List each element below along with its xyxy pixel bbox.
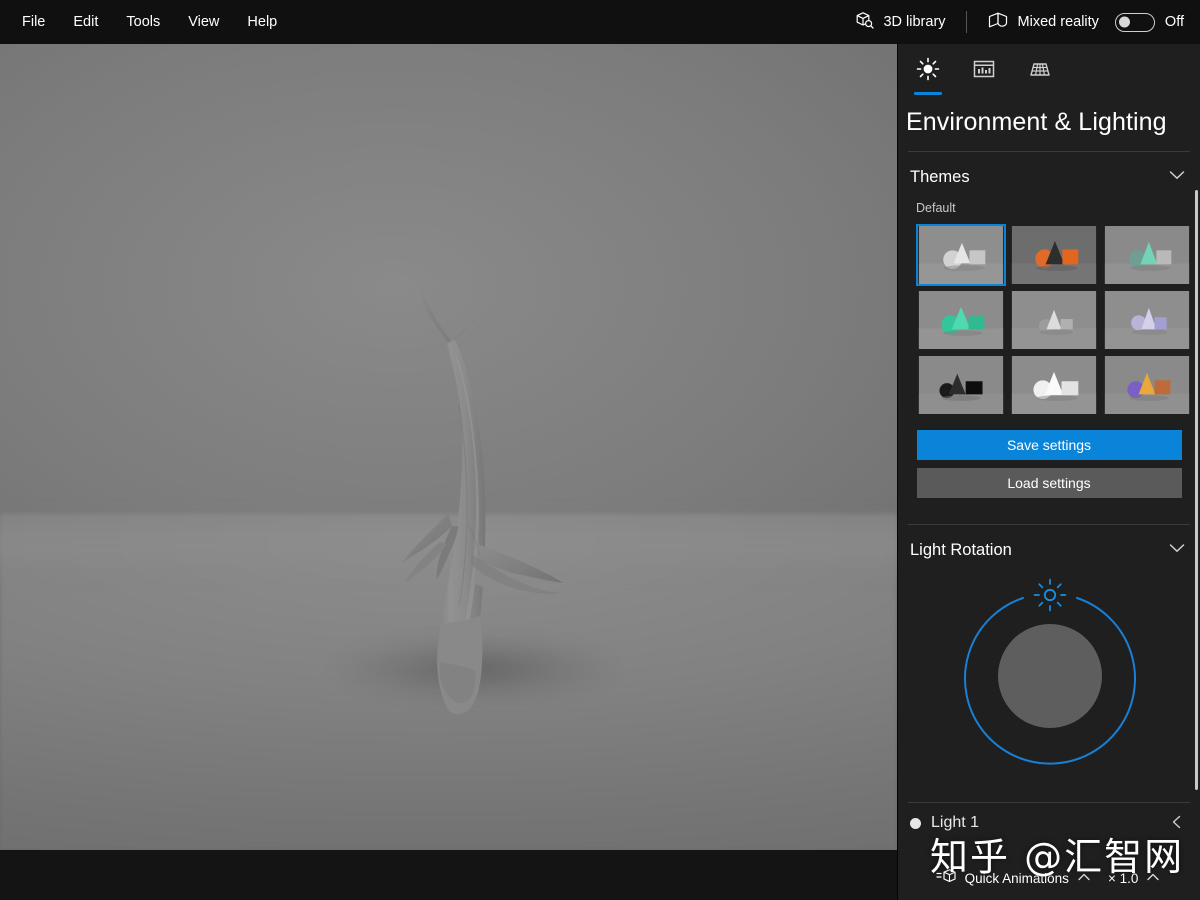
cube-search-icon — [854, 10, 875, 34]
grid-icon — [1027, 56, 1053, 87]
toggle-knob — [1118, 16, 1130, 28]
load-settings-button[interactable]: Load settings — [916, 468, 1182, 498]
active-tab-indicator — [914, 92, 942, 95]
themes-section-header[interactable]: Themes — [898, 152, 1200, 201]
tab-statistics[interactable] — [966, 56, 1002, 88]
save-settings-button[interactable]: Save settings — [916, 430, 1182, 460]
theme-item-soft-grey[interactable] — [1009, 289, 1099, 351]
menu-item-edit[interactable]: Edit — [59, 7, 112, 37]
menu-item-tools[interactable]: Tools — [112, 7, 174, 37]
3d-viewport[interactable] — [0, 44, 897, 850]
menu-items: File Edit Tools View Help — [0, 7, 291, 37]
theme-item-mint-bright[interactable] — [916, 289, 1006, 351]
sun-icon — [1031, 576, 1069, 619]
theme-item-white-studio[interactable] — [1009, 354, 1099, 416]
chevron-down-icon[interactable] — [1166, 164, 1188, 191]
panel-scrollbar[interactable] — [1195, 190, 1198, 790]
menu-item-view[interactable]: View — [174, 7, 233, 37]
light-dot-icon — [910, 817, 921, 829]
tab-environment-lighting[interactable] — [910, 56, 946, 95]
theme-item-default-light[interactable] — [916, 224, 1006, 286]
watermark: 知乎 @汇智网 — [930, 835, 1185, 879]
menu-item-file[interactable]: File — [8, 7, 59, 37]
menu-bar: File Edit Tools View Help 3D library Mix… — [0, 0, 1200, 44]
panel-tab-strip — [898, 44, 1200, 95]
3d-library-label: 3D library — [883, 14, 946, 30]
viewport-bottom-bar — [0, 850, 897, 900]
shark-3d-model[interactable] — [0, 44, 897, 850]
app-window: File Edit Tools View Help 3D library Mix… — [0, 0, 1200, 900]
mixed-reality-button[interactable]: Mixed reality — [977, 4, 1109, 40]
mixed-reality-state-label: Off — [1164, 14, 1184, 30]
light-rotation-section-header[interactable]: Light Rotation — [898, 525, 1200, 574]
themes-title: Themes — [910, 168, 970, 186]
mixed-reality-icon — [987, 10, 1009, 34]
light-rotation-title: Light Rotation — [910, 541, 1012, 559]
panel-title: Environment & Lighting — [906, 108, 1167, 136]
menu-divider — [965, 11, 967, 33]
mixed-reality-label: Mixed reality — [1017, 14, 1099, 30]
3d-library-button[interactable]: 3D library — [844, 4, 955, 40]
theme-item-sunset-orange[interactable] — [1009, 224, 1099, 286]
theme-item-lavender-glow[interactable] — [1102, 289, 1192, 351]
light-rotation-dial[interactable] — [898, 578, 1200, 780]
tab-grid-view[interactable] — [1022, 56, 1058, 88]
theme-item-teal-studio[interactable] — [1102, 224, 1192, 286]
theme-item-color-pop[interactable] — [1102, 354, 1192, 416]
themes-grid — [898, 221, 1200, 416]
environment-lighting-panel: Environment & Lighting Themes Default Sa… — [897, 44, 1200, 900]
chart-panel-icon — [971, 56, 997, 87]
menu-item-help[interactable]: Help — [233, 7, 291, 37]
sun-icon — [915, 56, 941, 87]
chevron-down-icon[interactable] — [1166, 537, 1188, 564]
menu-bar-right: 3D library Mixed reality Off — [844, 0, 1200, 44]
mixed-reality-toggle[interactable] — [1114, 12, 1155, 32]
theme-item-night-dark[interactable] — [916, 354, 1006, 416]
themes-group-label: Default — [916, 201, 956, 215]
